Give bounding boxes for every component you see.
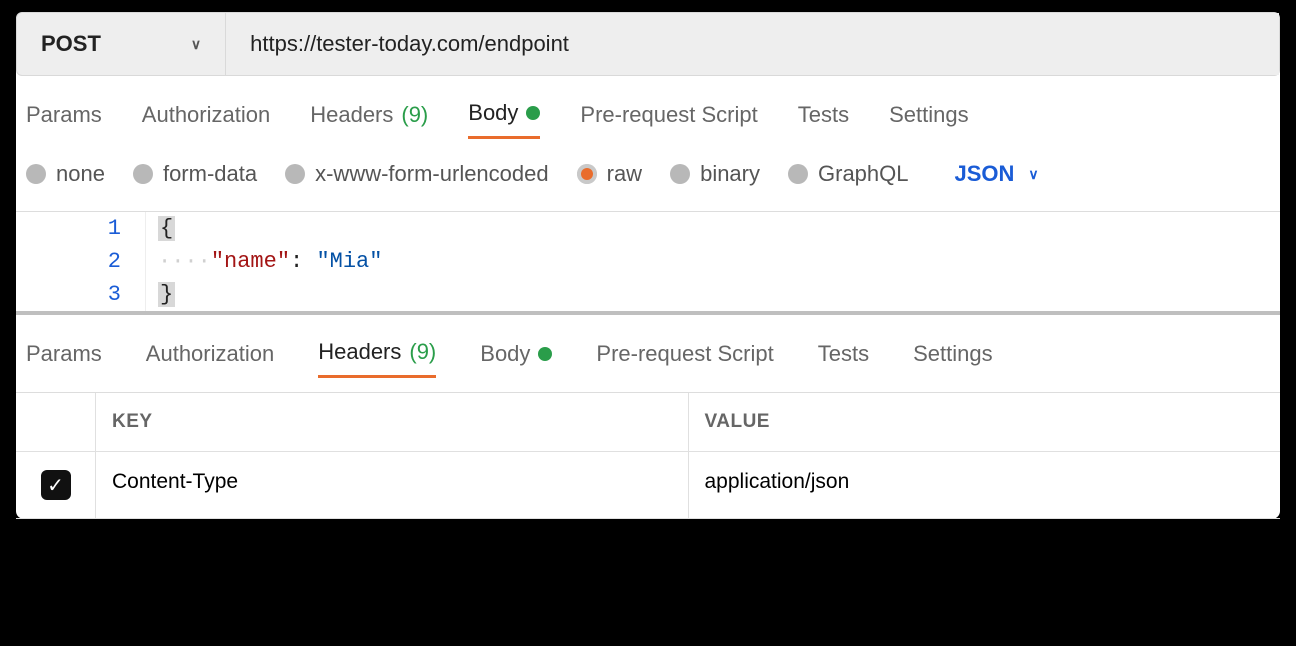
chevron-down-icon: ∨ bbox=[1028, 166, 1038, 183]
tab-headers[interactable]: Headers (9) bbox=[318, 339, 436, 378]
radio-label: binary bbox=[700, 161, 760, 187]
radio-label: GraphQL bbox=[818, 161, 909, 187]
body-editor[interactable]: 1 { 2 ····"name": "Mia" 3 } bbox=[16, 211, 1280, 311]
tab-label: Headers bbox=[318, 339, 401, 365]
body-type-raw[interactable]: raw bbox=[577, 161, 642, 187]
checkbox-header-cell bbox=[16, 393, 96, 451]
body-type-none[interactable]: none bbox=[26, 161, 105, 187]
tab-label: Body bbox=[480, 341, 530, 367]
radio-icon bbox=[26, 164, 46, 184]
radio-icon bbox=[577, 164, 597, 184]
body-type-graphql[interactable]: GraphQL bbox=[788, 161, 909, 187]
brace: } bbox=[158, 282, 175, 307]
tab-tests[interactable]: Tests bbox=[818, 339, 869, 378]
tab-headers[interactable]: Headers (9) bbox=[310, 100, 428, 139]
dot-icon bbox=[526, 106, 540, 120]
tab-label: Pre-request Script bbox=[596, 341, 773, 367]
headers-table: KEY VALUE ✓ Content-Type application/jso… bbox=[16, 392, 1280, 519]
chevron-down-icon: ∨ bbox=[191, 36, 201, 53]
tab-prerequest[interactable]: Pre-request Script bbox=[596, 339, 773, 378]
brace: { bbox=[158, 216, 175, 241]
value-header: VALUE bbox=[689, 393, 1281, 451]
tab-body[interactable]: Body bbox=[480, 339, 552, 378]
tab-label: Settings bbox=[889, 102, 969, 128]
tab-label: Tests bbox=[818, 341, 869, 367]
tab-authorization[interactable]: Authorization bbox=[142, 100, 270, 139]
key-header: KEY bbox=[96, 393, 689, 451]
http-method-label: POST bbox=[41, 31, 101, 57]
dot-icon bbox=[538, 347, 552, 361]
line-number: 2 bbox=[16, 245, 146, 278]
tab-params[interactable]: Params bbox=[26, 100, 102, 139]
headers-count: (9) bbox=[409, 339, 436, 365]
tab-tests[interactable]: Tests bbox=[798, 100, 849, 139]
code-line: ····"name": "Mia" bbox=[146, 245, 382, 278]
tab-label: Params bbox=[26, 102, 102, 128]
header-value-cell[interactable]: application/json bbox=[689, 452, 1281, 518]
header-key-cell[interactable]: Content-Type bbox=[96, 452, 689, 518]
radio-icon bbox=[788, 164, 808, 184]
body-type-formdata[interactable]: form-data bbox=[133, 161, 257, 187]
radio-label: x-www-form-urlencoded bbox=[315, 161, 549, 187]
radio-icon bbox=[133, 164, 153, 184]
line-number: 3 bbox=[16, 278, 146, 311]
tab-label: Authorization bbox=[146, 341, 274, 367]
table-row: ✓ Content-Type application/json bbox=[16, 452, 1280, 519]
tab-label: Authorization bbox=[142, 102, 270, 128]
body-type-urlencoded[interactable]: x-www-form-urlencoded bbox=[285, 161, 549, 187]
headers-count: (9) bbox=[401, 102, 428, 128]
line-number: 1 bbox=[16, 212, 146, 245]
http-method-select[interactable]: POST ∨ bbox=[17, 13, 226, 75]
radio-icon bbox=[670, 164, 690, 184]
tab-params[interactable]: Params bbox=[26, 339, 102, 378]
code-line: } bbox=[146, 278, 175, 311]
tab-label: Pre-request Script bbox=[580, 102, 757, 128]
tab-label: Headers bbox=[310, 102, 393, 128]
tab-label: Body bbox=[468, 100, 518, 126]
radio-label: none bbox=[56, 161, 105, 187]
tab-prerequest[interactable]: Pre-request Script bbox=[580, 100, 757, 139]
code-line: { bbox=[146, 212, 175, 245]
url-input[interactable] bbox=[226, 13, 1279, 75]
tab-label: Settings bbox=[913, 341, 993, 367]
tab-label: Params bbox=[26, 341, 102, 367]
tab-settings[interactable]: Settings bbox=[913, 339, 993, 378]
radio-label: form-data bbox=[163, 161, 257, 187]
tab-authorization[interactable]: Authorization bbox=[146, 339, 274, 378]
format-label: JSON bbox=[955, 161, 1015, 187]
tab-body[interactable]: Body bbox=[468, 100, 540, 139]
body-type-binary[interactable]: binary bbox=[670, 161, 760, 187]
radio-label: raw bbox=[607, 161, 642, 187]
tab-settings[interactable]: Settings bbox=[889, 100, 969, 139]
row-checkbox[interactable]: ✓ bbox=[41, 470, 71, 500]
body-format-select[interactable]: JSON ∨ bbox=[955, 161, 1039, 187]
tab-label: Tests bbox=[798, 102, 849, 128]
radio-icon bbox=[285, 164, 305, 184]
check-icon: ✓ bbox=[47, 473, 64, 498]
